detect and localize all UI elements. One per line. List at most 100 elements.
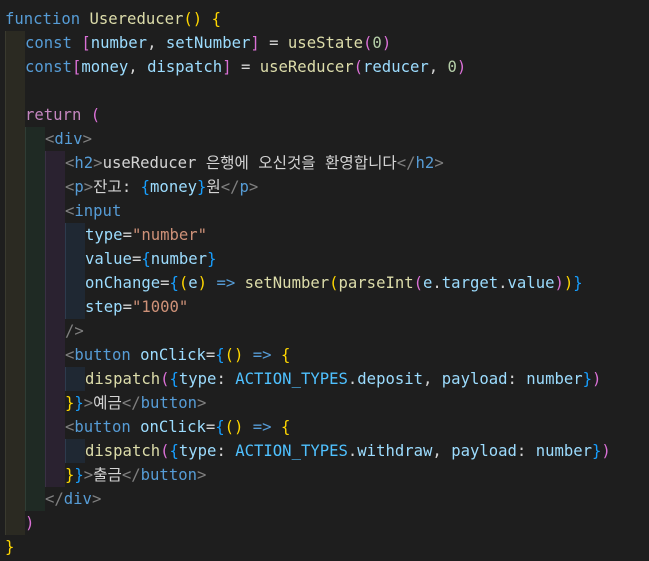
code-line[interactable]: <input: [0, 199, 649, 223]
code-token: 예금: [93, 394, 122, 412]
code-token: number: [535, 442, 593, 460]
code-line[interactable]: />: [0, 319, 649, 343]
code-token: >: [83, 178, 94, 196]
code-token: {: [169, 370, 179, 388]
indent-guide: [25, 247, 45, 271]
code-token: {: [211, 10, 221, 28]
code-line[interactable]: }}>예금</button>: [0, 391, 649, 415]
code-line[interactable]: </div>: [0, 487, 649, 511]
code-token: parseInt: [338, 274, 414, 292]
code-token: =>: [216, 274, 236, 292]
code-token: dispatch: [85, 370, 161, 388]
indent-guide: [5, 127, 25, 151]
code-token: (): [183, 10, 203, 28]
indent-guide: [45, 247, 65, 271]
code-line[interactable]: }}>출금</button>: [0, 463, 649, 487]
code-token: =: [231, 58, 260, 76]
code-token: </: [121, 394, 141, 412]
code-token: =>: [252, 418, 272, 436]
code-token: <: [65, 178, 75, 196]
code-text: <button onClick={() => {: [65, 343, 290, 367]
code-line[interactable]: }: [0, 535, 649, 559]
code-line[interactable]: onChange={(e) => setNumber(parseInt(e.ta…: [0, 271, 649, 295]
code-token: dispatch: [147, 58, 223, 76]
code-line[interactable]: ): [0, 511, 649, 535]
code-line[interactable]: step="1000": [0, 295, 649, 319]
code-token: h2: [415, 154, 435, 172]
code-text: </div>: [45, 487, 101, 511]
indent-guide: [25, 223, 45, 247]
code-line[interactable]: <button onClick={() => {: [0, 415, 649, 439]
code-token: "number": [131, 226, 208, 244]
code-token: "1000": [131, 298, 189, 316]
code-token: >: [197, 466, 207, 484]
code-line[interactable]: return (: [0, 103, 649, 127]
code-token: {: [141, 250, 151, 268]
code-token: number: [150, 250, 208, 268]
indent-guide: [5, 295, 25, 319]
indent-guide: [25, 151, 45, 175]
code-token: onChange: [85, 274, 161, 292]
code-token: [: [81, 34, 91, 52]
code-text: <p>잔고: {money}원</p>: [65, 175, 258, 199]
code-text: const[money, dispatch] = useReducer(redu…: [25, 55, 466, 79]
indent-guide: [45, 415, 65, 439]
code-line[interactable]: value={number}: [0, 247, 649, 271]
code-token: }: [573, 274, 583, 292]
indent-guide: [5, 223, 25, 247]
code-token: }: [74, 394, 84, 412]
code-line[interactable]: <p>잔고: {money}원</p>: [0, 175, 649, 199]
code-line[interactable]: function Usereducer() {: [0, 7, 649, 31]
code-line[interactable]: [0, 79, 649, 103]
code-token: <: [65, 346, 75, 364]
indent-guide: [25, 295, 45, 319]
code-token: ,: [423, 370, 442, 388]
code-line[interactable]: const [number, setNumber] = useState(0): [0, 31, 649, 55]
code-token: [: [71, 58, 82, 76]
code-token: </: [45, 490, 64, 508]
code-text: function Usereducer() {: [5, 7, 221, 31]
code-line[interactable]: <h2>useReducer 은행에 오신것을 환영합니다</h2>: [0, 151, 649, 175]
code-token: (: [160, 442, 170, 460]
code-line[interactable]: dispatch({type: ACTION_TYPES.withdraw, p…: [0, 439, 649, 463]
code-line[interactable]: type="number": [0, 223, 649, 247]
code-text: step="1000": [85, 295, 188, 319]
code-token: .: [498, 274, 508, 292]
code-token: </: [220, 178, 240, 196]
code-token: 출금: [93, 466, 122, 484]
code-line[interactable]: dispatch({type: ACTION_TYPES.deposit, pa…: [0, 367, 649, 391]
code-token: >: [248, 178, 259, 196]
code-line[interactable]: <div>: [0, 127, 649, 151]
code-token: ACTION_TYPES: [235, 442, 348, 460]
code-token: (: [353, 58, 364, 76]
code-token: .: [347, 442, 358, 460]
code-token: 원: [206, 178, 221, 196]
indent-guide: [5, 391, 25, 415]
code-editor[interactable]: function Usereducer() {const [number, se…: [0, 0, 649, 561]
indent-guide: [45, 271, 65, 295]
code-token: p: [74, 178, 84, 196]
code-token: ,: [147, 34, 166, 52]
indent-guide: [45, 151, 65, 175]
code-token: (: [160, 370, 170, 388]
indent-guide: [65, 223, 85, 247]
indent-guide: [45, 295, 65, 319]
code-token: ]: [250, 34, 260, 52]
indent-guide: [45, 175, 65, 199]
code-token: }: [74, 466, 84, 484]
code-token: e: [188, 274, 198, 292]
indent-guide: [5, 511, 25, 535]
indent-guide: [5, 247, 25, 271]
code-token: ,: [428, 58, 448, 76]
code-text: type="number": [85, 223, 207, 247]
code-line[interactable]: <button onClick={() => {: [0, 343, 649, 367]
code-token: >: [93, 154, 103, 172]
code-token: (: [329, 274, 339, 292]
code-token: setNumber: [244, 274, 330, 292]
code-line[interactable]: const[money, dispatch] = useReducer(redu…: [0, 55, 649, 79]
